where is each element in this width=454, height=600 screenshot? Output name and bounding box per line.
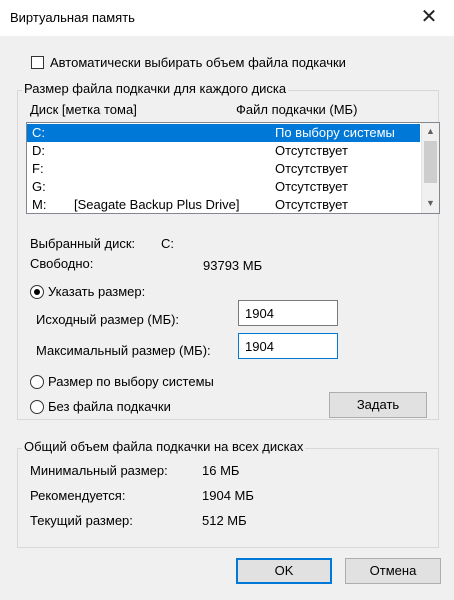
drive-pagefile: Отсутствует <box>275 197 348 212</box>
drive-row-d[interactable]: D: Отсутствует <box>27 142 420 160</box>
auto-manage-checkbox[interactable] <box>31 56 44 69</box>
scroll-up-icon[interactable]: ▲ <box>422 123 439 140</box>
drive-row-f[interactable]: F: Отсутствует <box>27 160 420 178</box>
drive-row-g[interactable]: G: Отсутствует <box>27 178 420 196</box>
initial-size-label: Исходный размер (МБ): <box>36 312 180 327</box>
drive-list-scrollbar[interactable]: ▲ ▼ <box>421 123 439 213</box>
drive-row-c[interactable]: C: По выбору системы <box>27 124 420 142</box>
system-managed-label[interactable]: Размер по выбору системы <box>48 374 214 389</box>
drive-pagefile: По выбору системы <box>275 125 395 140</box>
total-group-title: Общий объем файла подкачки на всех диска… <box>22 439 306 454</box>
drive-volume-label: [Seagate Backup Plus Drive] <box>74 197 240 212</box>
min-size-label: Минимальный размер: <box>30 463 168 478</box>
selected-disk-value: C: <box>161 236 174 251</box>
max-size-label: Максимальный размер (МБ): <box>36 343 211 358</box>
max-size-input[interactable] <box>238 333 338 359</box>
scroll-down-icon[interactable]: ▼ <box>422 195 439 212</box>
auto-manage-label[interactable]: Автоматически выбирать объем файла подка… <box>50 55 346 70</box>
recommended-size-value: 1904 МБ <box>202 488 254 503</box>
initial-size-input[interactable] <box>238 300 338 326</box>
drive-letter: G: <box>32 179 46 194</box>
window-title: Виртуальная память <box>10 10 135 25</box>
custom-size-radio[interactable] <box>30 285 44 299</box>
scroll-thumb[interactable] <box>424 141 437 183</box>
drive-letter: D: <box>32 143 45 158</box>
free-space-label: Свободно: <box>30 256 94 271</box>
current-size-label: Текущий размер: <box>30 513 133 528</box>
free-space-value: 93793 МБ <box>203 258 263 273</box>
no-paging-file-radio[interactable] <box>30 400 44 414</box>
title-bar: Виртуальная память ✕ <box>0 0 454 36</box>
drive-list[interactable]: C: По выбору системы D: Отсутствует F: О… <box>26 122 440 214</box>
min-size-value: 16 МБ <box>202 463 240 478</box>
selected-disk-label: Выбранный диск: <box>30 236 136 251</box>
drive-pagefile: Отсутствует <box>275 161 348 176</box>
recommended-size-label: Рекомендуется: <box>30 488 126 503</box>
custom-size-label[interactable]: Указать размер: <box>48 284 145 299</box>
column-header-file: Файл подкачки (МБ) <box>236 102 358 117</box>
drive-letter: M: <box>32 197 47 212</box>
current-size-value: 512 МБ <box>202 513 247 528</box>
close-icon[interactable]: ✕ <box>418 6 440 28</box>
drive-letter: C: <box>32 125 45 140</box>
per-drive-group-title: Размер файла подкачки для каждого диска <box>22 81 289 96</box>
drive-pagefile: Отсутствует <box>275 143 348 158</box>
cancel-button[interactable]: Отмена <box>345 558 441 584</box>
drive-row-m[interactable]: M: [Seagate Backup Plus Drive] Отсутству… <box>27 196 420 213</box>
drive-pagefile: Отсутствует <box>275 179 348 194</box>
ok-button[interactable]: OK <box>236 558 332 584</box>
drive-letter: F: <box>32 161 44 176</box>
system-managed-radio[interactable] <box>30 375 44 389</box>
set-button[interactable]: Задать <box>329 392 427 418</box>
no-paging-file-label[interactable]: Без файла подкачки <box>48 399 171 414</box>
column-header-drive: Диск [метка тома] <box>30 102 137 117</box>
